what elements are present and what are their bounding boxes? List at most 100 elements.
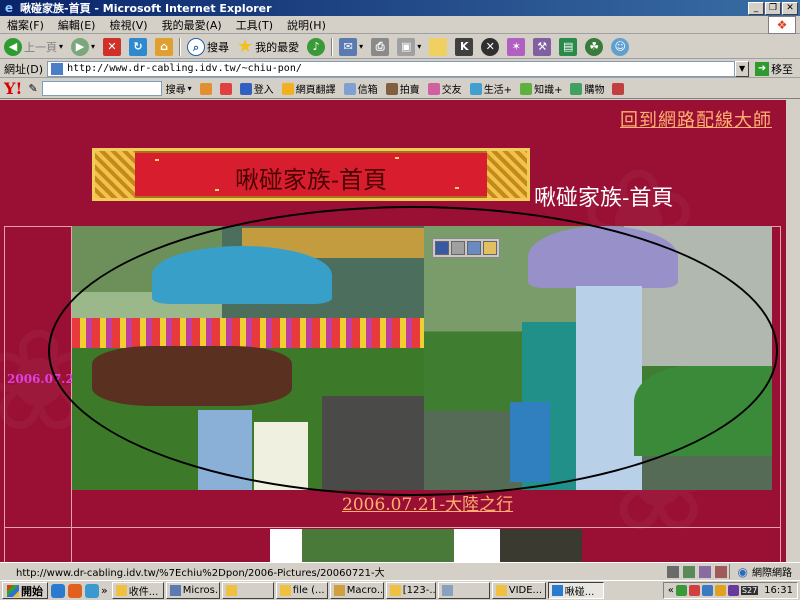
pencil-icon[interactable]: ✎: [26, 82, 39, 95]
tray-icon[interactable]: [688, 585, 700, 596]
photo-thumbnail-next-b[interactable]: [500, 529, 582, 562]
forward-button[interactable]: ▶ ▾: [67, 36, 99, 58]
yahoo-logo[interactable]: Y!: [0, 79, 26, 98]
yahoo-layout-button[interactable]: [196, 82, 216, 95]
taskbar-item[interactable]: file (...: [275, 582, 328, 599]
app-icon: [441, 585, 453, 596]
start-button[interactable]: 開始: [2, 582, 48, 599]
tray-icon[interactable]: [701, 585, 713, 596]
taskbar-item[interactable]: [123-...: [385, 582, 436, 599]
start-label: 開始: [21, 584, 43, 598]
taskbar-item-label: 收件...: [128, 587, 159, 598]
back-button[interactable]: ◀ 上一頁 ▾: [0, 36, 67, 58]
taskbar-item[interactable]: [221, 582, 274, 599]
yahoo-highlight-button[interactable]: [216, 82, 236, 95]
tool-e-button[interactable]: ☺: [607, 36, 633, 58]
page-heading: 啾碰家族-首頁: [534, 186, 674, 211]
confetti: [395, 157, 399, 159]
yahoo-knowledge-button[interactable]: 知識+: [516, 81, 566, 96]
discuss-button[interactable]: [425, 36, 451, 58]
yahoo-search-button[interactable]: 搜尋 ▾: [162, 81, 196, 96]
menu-favorites[interactable]: 我的最愛(A): [155, 17, 229, 33]
mail-button[interactable]: ✉ ▾: [335, 36, 367, 58]
go-arrow-icon: ➜: [755, 61, 770, 76]
go-label: 移至: [771, 62, 794, 76]
research-button[interactable]: K: [451, 36, 477, 58]
yahoo-life-button[interactable]: 生活+: [466, 81, 516, 96]
chevron-down-icon: ▾: [359, 42, 364, 51]
edit-icon: ▣: [397, 37, 416, 56]
maximize-button[interactable]: ❐: [765, 1, 781, 15]
yahoo-auction-button[interactable]: 拍賣: [382, 81, 424, 96]
yahoo-translate-button[interactable]: 網頁翻譯: [278, 81, 340, 96]
close-button[interactable]: ✕: [782, 1, 798, 15]
refresh-button[interactable]: ↻: [125, 36, 151, 58]
pen-icon: [698, 565, 711, 578]
tool-c-button[interactable]: ▤: [555, 36, 581, 58]
photo-thumbnail-next[interactable]: [270, 529, 500, 562]
menu-file[interactable]: 檔案(F): [0, 17, 51, 33]
ie-quicklaunch-icon[interactable]: [51, 583, 65, 598]
yahoo-more-button[interactable]: [608, 82, 628, 95]
zone-label: 網際網路: [752, 568, 792, 579]
album-caption-link[interactable]: 2006.07.21-大陸之行: [342, 490, 513, 515]
stop-button[interactable]: ✕: [99, 36, 125, 58]
tray-expand-icon[interactable]: «: [668, 585, 674, 596]
window-title: 啾碰家族-首頁 - Microsoft Internet Explorer: [20, 2, 272, 15]
friends-label: 交友: [441, 85, 462, 96]
taskbar-item[interactable]: [437, 582, 490, 599]
menu-view[interactable]: 檢視(V): [102, 17, 154, 33]
page-content: ❀ ❀ ❀ 回到網路配線大師 啾碰家族-首頁 啾碰家族-首頁 2006.07.2…: [0, 100, 800, 562]
taskbar-item[interactable]: Macro...: [329, 582, 384, 599]
menu-help[interactable]: 說明(H): [280, 17, 333, 33]
desktop-quicklaunch-icon[interactable]: [85, 583, 99, 598]
tray-icon[interactable]: [714, 585, 726, 596]
taskbar-item-active[interactable]: 啾碰...: [547, 582, 604, 599]
life-label: 生活+: [483, 85, 513, 96]
windows-logo-icon: ❖: [768, 16, 796, 34]
page-icon: [51, 62, 64, 75]
taskbar-item[interactable]: VIDE...: [491, 582, 546, 599]
forward-arrow-icon: ▶: [71, 37, 90, 56]
firefox-quicklaunch-icon[interactable]: [68, 583, 82, 598]
menu-tools[interactable]: 工具(T): [229, 17, 280, 33]
yahoo-mail-button[interactable]: 信箱: [340, 81, 382, 96]
yahoo-search-input[interactable]: [41, 81, 162, 96]
favorites-button[interactable]: ★ 我的最愛: [233, 36, 303, 58]
back-to-main-site-link[interactable]: 回到網路配線大師: [620, 106, 772, 132]
taskbar-item[interactable]: 收件...: [111, 582, 164, 599]
edit-button[interactable]: ▣ ▾: [393, 36, 425, 58]
back-arrow-icon: ◀: [4, 37, 22, 56]
app-icon: [333, 585, 345, 596]
tool-a-button[interactable]: ✶: [503, 36, 529, 58]
address-input[interactable]: http://www.dr-cabling.idv.tw/~chiu-pon/: [47, 60, 736, 77]
minimize-button[interactable]: _: [748, 1, 764, 15]
title-bar: e 啾碰家族-首頁 - Microsoft Internet Explorer …: [0, 0, 800, 16]
yahoo-login-button[interactable]: 登入: [236, 81, 278, 96]
search-button[interactable]: ⌕ 搜尋: [183, 36, 233, 58]
clock[interactable]: 16:31: [764, 585, 793, 596]
chevron-icon[interactable]: »: [101, 584, 108, 597]
app-icon: [115, 585, 127, 596]
messenger-button[interactable]: ✕: [477, 36, 503, 58]
home-button[interactable]: ⌂: [151, 36, 177, 58]
media-button[interactable]: ♪: [303, 36, 329, 58]
login-label: 登入: [253, 85, 274, 96]
tool-b-button[interactable]: ⚒: [529, 36, 555, 58]
go-button[interactable]: ➜ 移至: [755, 61, 793, 77]
yahoo-friends-button[interactable]: 交友: [424, 81, 466, 96]
tray-badge[interactable]: S27: [740, 586, 759, 595]
print-button[interactable]: ⎙: [367, 36, 393, 58]
document-icon: ▤: [559, 37, 578, 56]
folder-icon: [225, 585, 237, 596]
note-icon: [429, 37, 448, 56]
taskbar-item[interactable]: Micros...: [165, 582, 220, 599]
tray-icon[interactable]: [727, 585, 739, 596]
address-dropdown-button[interactable]: ▼: [735, 60, 750, 77]
ie-icon: e: [4, 1, 14, 15]
tray-icon[interactable]: [675, 585, 687, 596]
menu-edit[interactable]: 編輯(E): [51, 17, 103, 33]
yahoo-shopping-button[interactable]: 購物: [566, 81, 608, 96]
tool-d-button[interactable]: ☘: [581, 36, 607, 58]
taskbar-item-label: [123-...: [402, 585, 436, 596]
